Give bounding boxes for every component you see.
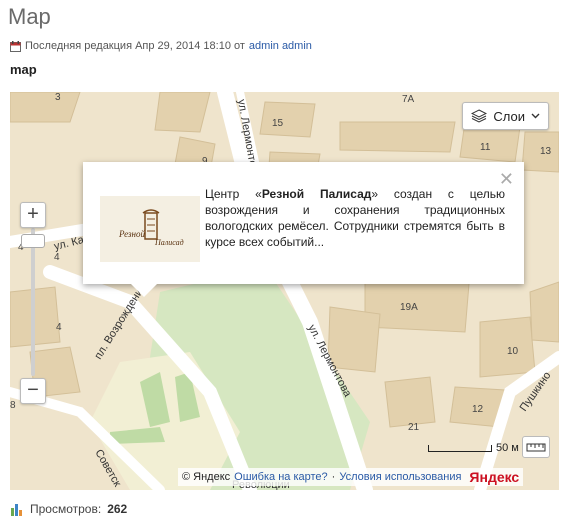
house-number: 13 <box>540 146 552 157</box>
layers-label: Слои <box>493 108 525 124</box>
house-number: 8 <box>10 400 16 411</box>
zoom-in-button[interactable]: + <box>20 202 46 228</box>
ruler-icon <box>526 443 546 452</box>
content-subheading: map <box>10 62 37 77</box>
views-counter: Просмотров: 262 <box>10 502 127 516</box>
svg-text:Палисад: Палисад <box>154 238 184 247</box>
views-count: 262 <box>107 502 128 516</box>
views-label: Просмотров: <box>30 502 102 516</box>
map-tiles[interactable]: ул. Лермонтова ул. Лермонтова пл. Возрож… <box>10 92 559 490</box>
author-link[interactable]: admin admin <box>249 40 312 52</box>
balloon-org-name: Резной Палисад <box>261 187 372 201</box>
house-number: 3 <box>55 92 61 103</box>
house-number: 15 <box>272 118 284 129</box>
house-number: 10 <box>507 346 519 357</box>
house-number: 21 <box>408 422 420 433</box>
ruler-button[interactable] <box>522 436 550 458</box>
logo-image: Резной Палисад <box>118 209 184 247</box>
zoom-slider-track[interactable] <box>31 228 35 376</box>
map-error-link[interactable]: Ошибка на карте? <box>234 471 328 483</box>
yandex-logo[interactable]: Яндекс <box>469 469 519 485</box>
balloon-description: Центр «Резной Палисад» создан с целью во… <box>205 187 505 249</box>
revision-meta: Последняя редакция Апр 29, 2014 18:10 от… <box>10 40 312 52</box>
house-number: 4 <box>54 252 60 263</box>
bar-chart-icon <box>11 504 22 516</box>
map-scale: 50 м <box>428 442 519 454</box>
revision-text: Последняя редакция Апр 29, 2014 18:10 от <box>25 40 245 52</box>
svg-text:Резной: Резной <box>118 229 146 239</box>
balloon-tail <box>130 283 158 297</box>
page-title: Map <box>8 4 51 29</box>
yandex-map[interactable]: ул. Лермонтова ул. Лермонтова пл. Возрож… <box>10 92 559 490</box>
map-balloon: ✕ Резной Палисад Центр «Резной Палисад» … <box>83 162 524 284</box>
separator: · <box>331 471 336 483</box>
house-number: 11 <box>480 142 491 153</box>
zoom-slider-handle[interactable] <box>21 234 45 248</box>
house-number: 12 <box>472 404 484 415</box>
balloon-logo: Резной Палисад <box>100 196 200 262</box>
layers-button[interactable]: Слои <box>462 102 549 130</box>
copyright-text: © Яндекс <box>182 471 231 483</box>
map-copyright: © Яндекс Ошибка на карте? · Условия испо… <box>178 468 524 486</box>
house-number: 7А <box>402 94 415 105</box>
scale-label: 50 м <box>496 442 519 454</box>
zoom-out-button[interactable]: − <box>20 378 46 404</box>
terms-link[interactable]: Условия использования <box>339 471 461 483</box>
house-number: 4 <box>56 322 62 333</box>
layers-icon <box>471 109 488 123</box>
chevron-down-icon <box>531 113 540 119</box>
calendar-icon <box>10 40 21 52</box>
house-number: 19А <box>400 302 418 313</box>
